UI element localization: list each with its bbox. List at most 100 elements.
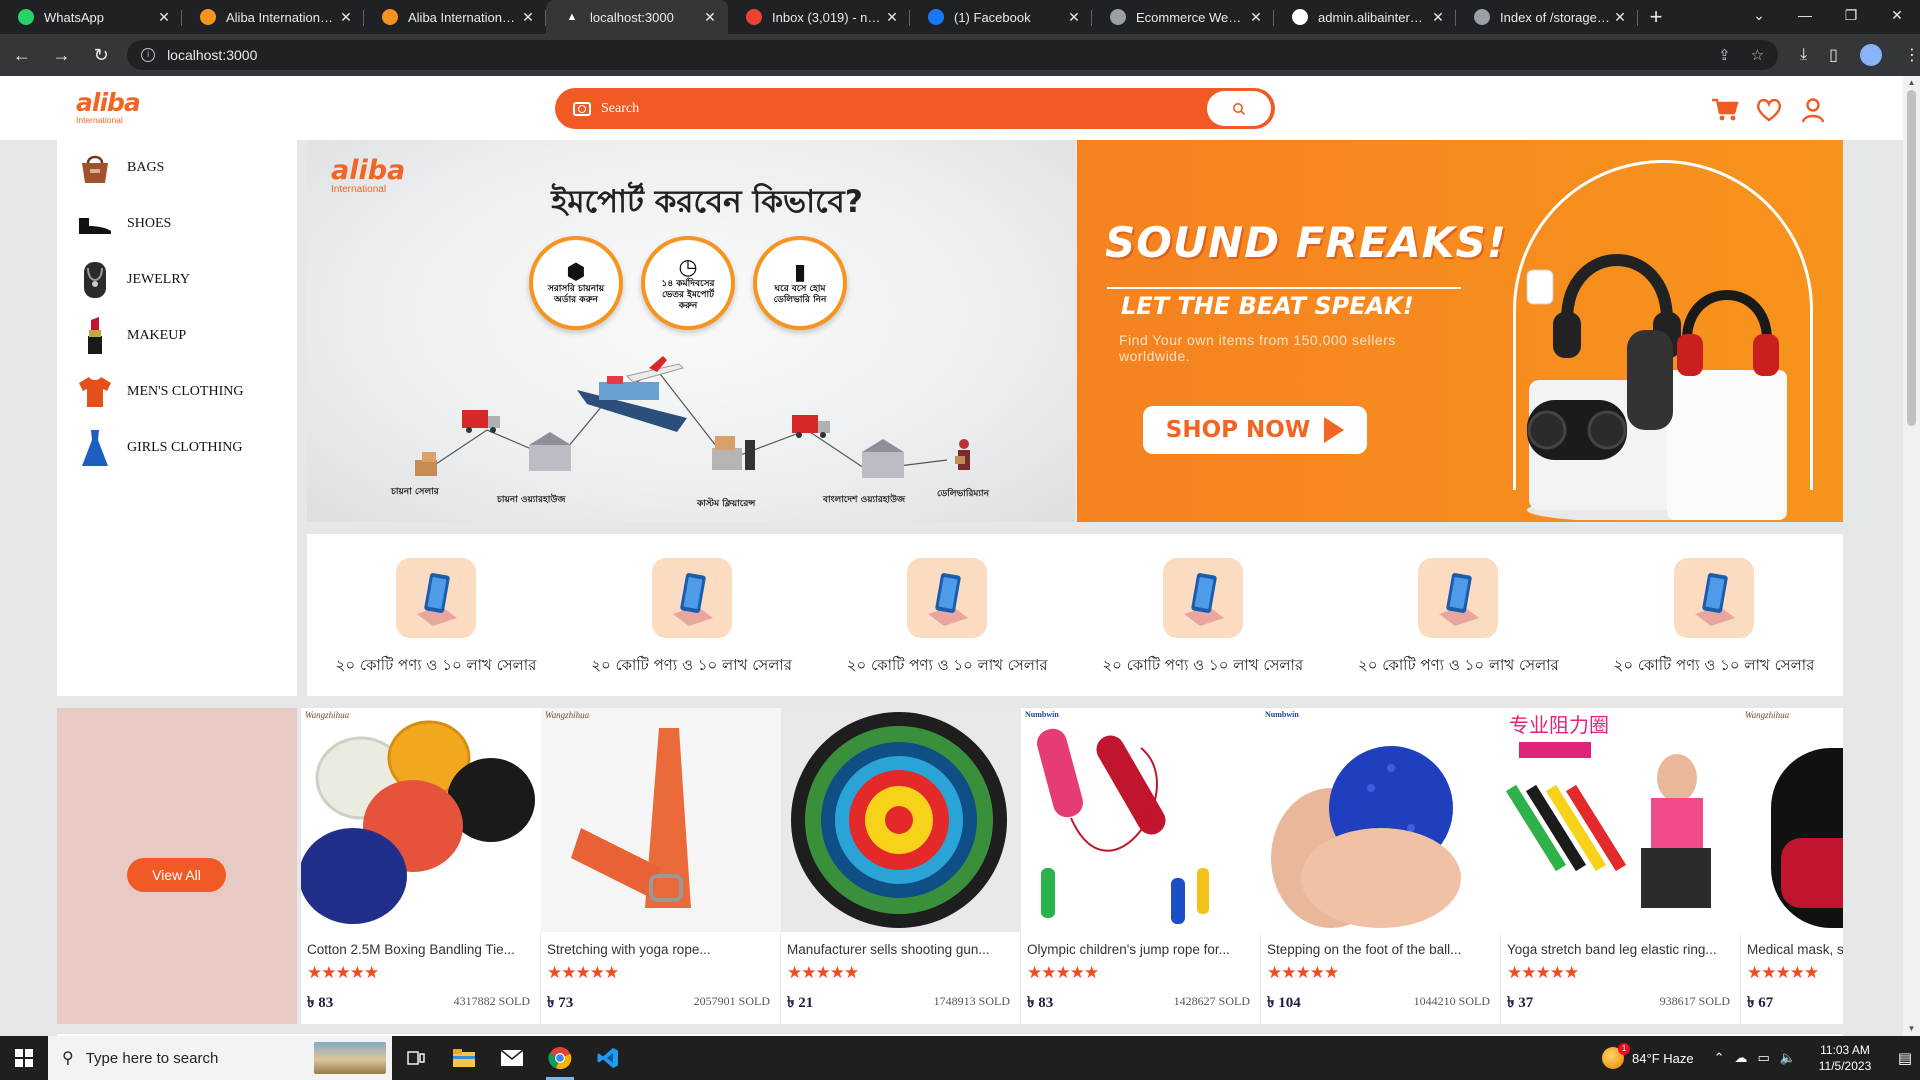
phone-stand-icon [1162, 558, 1243, 638]
close-tab-icon[interactable]: ✕ [1430, 9, 1446, 26]
wishlist-heart-icon[interactable] [1755, 96, 1783, 124]
page-scrollbar[interactable]: ▲ ▼ [1903, 76, 1920, 1036]
side-panel-icon[interactable]: ▯ [1829, 45, 1838, 65]
browser-tab[interactable]: Ecommerce Website ✕ [1092, 0, 1274, 34]
scroll-down-arrow-icon[interactable]: ▼ [1903, 1022, 1920, 1036]
product-name[interactable]: Yoga stretch band leg elastic ring... [1507, 942, 1735, 957]
site-info-icon[interactable]: i [141, 48, 156, 62]
product-price: ৳ 104 [1267, 995, 1301, 1011]
menu-kebab-icon[interactable]: ⋮ [1904, 45, 1920, 65]
shop-now-button[interactable]: SHOP NOW [1143, 406, 1367, 454]
browser-tab[interactable]: Aliba International | B ✕ [182, 0, 364, 34]
product-card[interactable]: 专业阻力圈 Yoga stretch band leg elastic ring.… [1501, 708, 1741, 1024]
product-brand-mark: Wangzhihua [545, 710, 590, 720]
close-tab-icon[interactable]: ✕ [1612, 9, 1628, 26]
volume-icon[interactable]: 🔈 [1780, 1050, 1796, 1066]
banner-title: SOUND FREAKS! [1105, 218, 1507, 267]
import-guide-banner[interactable]: aliba International ইমপোর্ট করবেন কিভাবে… [307, 140, 1075, 522]
close-tab-icon[interactable]: ✕ [156, 9, 172, 26]
chevron-up-icon[interactable]: ⌃ [1714, 1050, 1725, 1066]
notifications-icon[interactable]: ▤ [1890, 1036, 1920, 1080]
phone-stand-icon [396, 558, 476, 638]
product-card[interactable]: Manufacturer sells shooting gun... ★★★★★ ৳… [781, 708, 1021, 1024]
category-item[interactable]: MAKEUP [57, 308, 297, 364]
browser-tab[interactable]: ▲ localhost:3000 ✕ [546, 0, 728, 34]
share-icon[interactable]: ⇪ [1718, 46, 1731, 64]
browser-tab[interactable]: Inbox (3,019) - nahid. ✕ [728, 0, 910, 34]
category-item[interactable]: BAGS [57, 140, 297, 196]
file-explorer-icon[interactable] [440, 1036, 488, 1080]
sound-freaks-banner[interactable]: SOUND FREAKS! LET THE BEAT SPEAK! Find Y… [1077, 140, 1843, 522]
address-bar[interactable]: i localhost:3000 ⇪ ☆ [127, 40, 1779, 70]
category-item[interactable]: GIRLS CLOTHING [57, 420, 297, 476]
category-item[interactable]: SHOES [57, 196, 297, 252]
windows-start-icon[interactable] [0, 1036, 48, 1080]
category-item[interactable]: MEN'S CLOTHING [57, 364, 297, 420]
close-tab-icon[interactable]: ✕ [884, 9, 900, 26]
product-image[interactable]: Wangzhihua [301, 708, 541, 932]
product-name[interactable]: Cotton 2.5M Boxing Bandling Tie... [307, 942, 535, 957]
profile-avatar[interactable] [1859, 44, 1882, 66]
product-image[interactable]: 专业阻力圈 [1501, 708, 1741, 932]
network-icon[interactable]: ▭ [1758, 1050, 1770, 1066]
search-input[interactable] [601, 100, 1207, 117]
clock[interactable]: 11:03 AM 11/5/2023 [1810, 1042, 1880, 1074]
search-button[interactable] [1207, 91, 1271, 126]
close-tab-icon[interactable]: ✕ [520, 9, 536, 26]
triangle-icon: ▲ [566, 11, 578, 23]
product-name[interactable]: Medical mask, sl [1747, 942, 1843, 957]
product-name[interactable]: Stretching with yoga rope... [547, 942, 775, 957]
clock-date: 11/5/2023 [1818, 1059, 1872, 1073]
whatsapp-icon [18, 9, 34, 25]
product-card[interactable]: Wangzhihua Stretching with yoga rope... ★★… [541, 708, 781, 1024]
product-image[interactable]: Numbwin [1261, 708, 1501, 932]
weather-widget[interactable]: 84°F Haze [1602, 1043, 1694, 1069]
product-image[interactable]: Wangzhihua [541, 708, 781, 932]
tab-search-icon[interactable]: ⌄ [1736, 0, 1782, 30]
product-card[interactable]: Numbwin Stepping on the foot of the ball.… [1261, 708, 1501, 1024]
vscode-icon[interactable] [584, 1036, 632, 1080]
chrome-icon[interactable] [536, 1036, 584, 1080]
back-icon[interactable]: ← [4, 39, 40, 71]
product-card[interactable]: Wangzhihua Cotton 2.5M Boxing Bandling Ti… [301, 708, 541, 1024]
browser-tab[interactable]: WhatsApp ✕ [0, 0, 182, 34]
scroll-up-arrow-icon[interactable]: ▲ [1903, 76, 1920, 90]
phone-stand-icon [651, 558, 732, 638]
camera-icon[interactable] [573, 101, 591, 116]
site-logo[interactable]: aliba International [76, 90, 141, 128]
download-icon[interactable]: ⤓ [1800, 46, 1807, 64]
product-card[interactable]: Numbwin Olympic children's jump rope for.… [1021, 708, 1261, 1024]
restore-icon[interactable]: ❐ [1828, 0, 1874, 30]
browser-tab[interactable]: Aliba International | B ✕ [364, 0, 546, 34]
product-card[interactable]: Wangzhihua Medical mask, sl ★★★★★ ৳ 67 [1741, 708, 1843, 1024]
onedrive-icon[interactable]: ☁ [1735, 1050, 1748, 1066]
new-tab-button[interactable]: + [1638, 0, 1674, 34]
close-tab-icon[interactable]: ✕ [702, 9, 718, 26]
browser-tab[interactable]: (1) Facebook ✕ [910, 0, 1092, 34]
bookmark-star-icon[interactable]: ☆ [1751, 46, 1764, 64]
browser-tab[interactable]: admin.alibainternatio ✕ [1274, 0, 1456, 34]
scrollbar-thumb[interactable] [1907, 90, 1916, 426]
product-image[interactable]: Numbwin [1021, 708, 1261, 932]
close-tab-icon[interactable]: ✕ [338, 9, 354, 26]
close-window-icon[interactable]: ✕ [1874, 0, 1920, 30]
parcel-icon [415, 452, 437, 476]
category-item[interactable]: JEWELRY [57, 252, 297, 308]
view-all-button[interactable]: View All [127, 858, 226, 892]
task-view-icon[interactable] [392, 1036, 440, 1080]
cart-icon[interactable] [1711, 96, 1739, 124]
close-tab-icon[interactable]: ✕ [1248, 9, 1264, 26]
user-account-icon[interactable] [1799, 96, 1827, 124]
product-image[interactable]: Wangzhihua [1741, 708, 1843, 932]
minimize-icon[interactable]: — [1782, 0, 1828, 30]
product-image[interactable] [781, 708, 1021, 932]
product-name[interactable]: Stepping on the foot of the ball... [1267, 942, 1495, 957]
browser-tab[interactable]: Index of /storage/ba ✕ [1456, 0, 1638, 34]
mail-icon[interactable] [488, 1036, 536, 1080]
close-tab-icon[interactable]: ✕ [1066, 9, 1082, 26]
product-name[interactable]: Olympic children's jump rope for... [1027, 942, 1255, 957]
taskbar-search[interactable]: ⚲ Type here to search [48, 1036, 392, 1080]
reload-icon[interactable]: ↻ [83, 39, 119, 71]
product-name[interactable]: Manufacturer sells shooting gun... [787, 942, 1015, 957]
forward-icon[interactable]: → [44, 39, 80, 71]
